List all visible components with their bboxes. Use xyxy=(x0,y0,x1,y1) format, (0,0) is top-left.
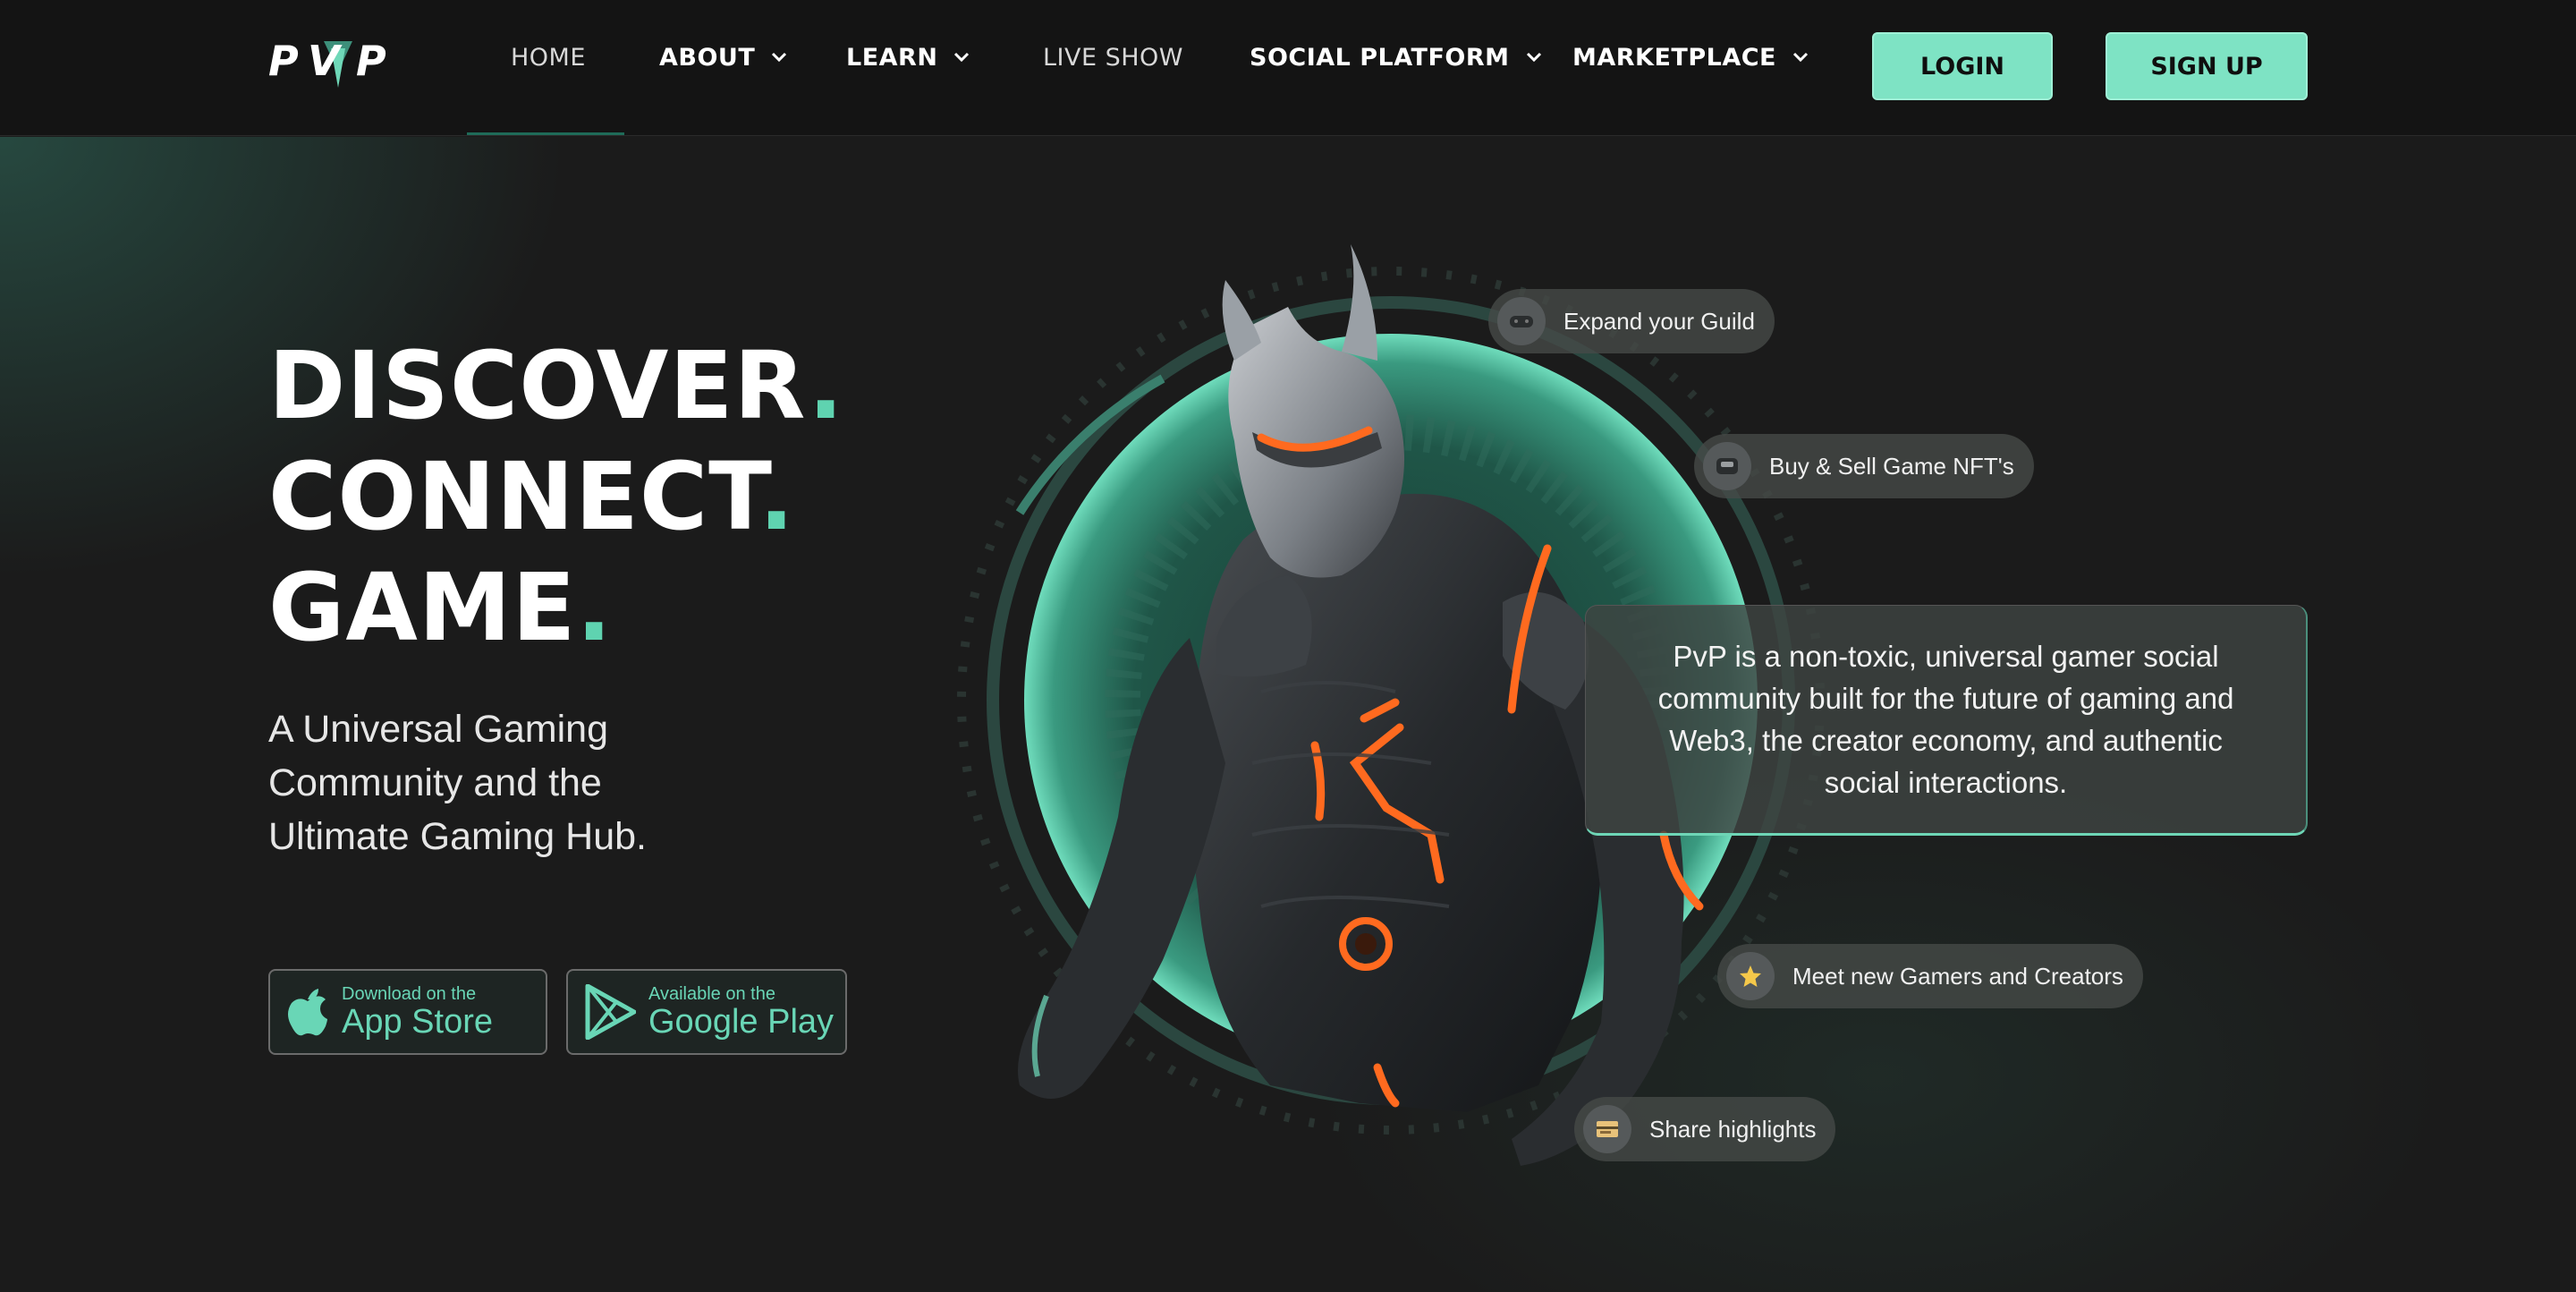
headline-dot: . xyxy=(758,442,795,551)
nav-item-label: ABOUT xyxy=(659,43,756,72)
google-play-icon xyxy=(585,984,636,1040)
feature-pill-label: Expand your Guild xyxy=(1563,307,1755,335)
svg-text:V: V xyxy=(308,37,343,85)
nav-item-home[interactable]: HOME xyxy=(511,39,586,75)
chevron-down-icon xyxy=(1526,52,1541,63)
chevron-down-icon xyxy=(1792,52,1809,63)
nav-item-learn[interactable]: LEARN xyxy=(846,39,971,75)
headline-line-3: GAME. xyxy=(268,561,613,654)
nav-item-social-platform[interactable]: SOCIAL PLATFORM xyxy=(1250,39,1544,75)
headline-line-1: DISCOVER. xyxy=(268,339,844,432)
nav-item-label: HOME xyxy=(511,43,586,72)
chevron-down-icon xyxy=(954,52,970,63)
gamepad-icon xyxy=(1497,297,1546,345)
nav-item-about[interactable]: ABOUT xyxy=(659,39,789,75)
active-nav-indicator xyxy=(467,132,624,135)
nav-item-label: MARKETPLACE xyxy=(1572,43,1776,72)
app-store-text: Download on the App Store xyxy=(342,984,493,1040)
nav-item-marketplace[interactable]: MARKETPLACE xyxy=(1572,39,1810,75)
controller-icon xyxy=(1703,442,1751,490)
svg-text:P: P xyxy=(268,37,299,85)
hero-subtitle: A Universal Gaming Community and the Ult… xyxy=(268,708,647,858)
signup-button[interactable]: SIGN UP xyxy=(2106,32,2308,100)
feature-pill-meet-gamers[interactable]: Meet new Gamers and Creators xyxy=(1717,944,2143,1008)
hero-section: DISCOVER. CONNECT. GAME. A Universal Gam… xyxy=(0,137,2576,1292)
pvp-logo[interactable]: P V P xyxy=(268,32,408,98)
film-icon xyxy=(1583,1105,1631,1153)
google-play-text: Available on the Google Play xyxy=(648,984,834,1040)
nav-item-label: LIVE SHOW xyxy=(1043,43,1184,72)
google-play-small: Available on the xyxy=(648,984,775,1004)
top-nav: P V P HOME ABOUT LEARN LIVE SHOW SOCIAL … xyxy=(0,0,2576,136)
headline-word: CONNECT xyxy=(268,442,759,551)
app-store-small: Download on the xyxy=(342,984,477,1004)
headline-dot: . xyxy=(576,553,613,662)
headline-line-2: CONNECT. xyxy=(268,450,795,543)
nav-item-label: SOCIAL PLATFORM xyxy=(1250,43,1510,72)
star-icon xyxy=(1726,952,1775,1000)
apple-icon xyxy=(288,989,327,1036)
app-store-big: App Store xyxy=(342,1003,493,1041)
google-play-big: Google Play xyxy=(648,1003,835,1041)
feature-pill-label: Buy & Sell Game NFT's xyxy=(1769,452,2014,480)
chevron-down-icon xyxy=(772,52,787,63)
nav-item-live-show[interactable]: LIVE SHOW xyxy=(1043,39,1183,75)
description-card: PvP is a non-toxic, universal gamer soci… xyxy=(1585,605,2308,836)
google-play-button[interactable]: Available on the Google Play xyxy=(566,969,847,1055)
headline-dot: . xyxy=(808,331,844,440)
feature-pill-expand-guild[interactable]: Expand your Guild xyxy=(1488,289,1775,353)
login-button[interactable]: LOGIN xyxy=(1872,32,2053,100)
headline-word: GAME xyxy=(268,553,577,662)
nav-item-label: LEARN xyxy=(846,43,938,72)
feature-pill-label: Share highlights xyxy=(1649,1115,1817,1143)
description-text: PvP is a non-toxic, universal gamer soci… xyxy=(1657,640,2234,799)
feature-pill-label: Meet new Gamers and Creators xyxy=(1792,962,2123,990)
feature-pill-share-highlights[interactable]: Share highlights xyxy=(1574,1097,1836,1161)
headline-word: DISCOVER xyxy=(268,331,809,440)
feature-pill-buy-sell-nft[interactable]: Buy & Sell Game NFT's xyxy=(1694,434,2034,498)
svg-text:P: P xyxy=(356,37,386,85)
app-store-button[interactable]: Download on the App Store xyxy=(268,969,547,1055)
